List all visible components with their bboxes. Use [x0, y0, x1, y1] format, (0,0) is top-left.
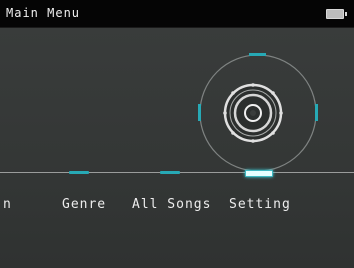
marker-all-songs	[160, 171, 180, 174]
menu-graphic	[198, 53, 318, 172]
menu-item-partial[interactable]: n	[3, 197, 12, 212]
menu-item-setting[interactable]: Setting	[229, 197, 291, 212]
player-screen: Main Menu n Genre All Songs Setting	[0, 0, 354, 268]
settings-dial-icon	[223, 83, 283, 143]
orbit-tick-left	[198, 104, 201, 121]
marker-genre	[69, 171, 89, 174]
menu-item-genre[interactable]: Genre	[62, 197, 106, 212]
menu-item-all-songs[interactable]: All Songs	[132, 197, 211, 212]
orbit-tick-right	[315, 104, 318, 121]
orbit-tick-top	[249, 53, 266, 56]
marker-setting-selected	[245, 170, 273, 177]
